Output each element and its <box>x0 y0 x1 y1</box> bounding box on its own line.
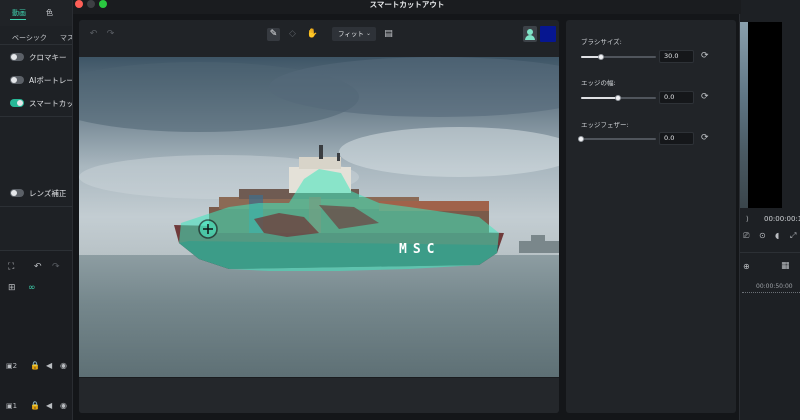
edge-width-slider[interactable] <box>581 95 656 101</box>
zoom-slider-icon[interactable]: ▦ <box>781 261 790 271</box>
hand-icon[interactable]: ✋ <box>306 28 319 41</box>
reset-icon[interactable]: ⟳ <box>701 92 709 102</box>
eraser-icon[interactable]: ◇ <box>286 28 299 41</box>
timeline-panel: ⛶ ↶ ↷ ⊞ ∞ ▣2 🔒 ◀ ◉ ▣1 🔒 ◀ ◉ <box>0 250 72 420</box>
monitor-icon[interactable]: ⎚ <box>743 231 749 241</box>
eye-icon[interactable]: ◉ <box>60 361 67 371</box>
eye-icon[interactable]: ◉ <box>60 401 67 411</box>
lock-icon[interactable]: 🔒 <box>30 361 40 371</box>
zoom-fit-label: フィット <box>338 30 364 38</box>
feature-label: AIポートレート <box>29 76 72 85</box>
divider <box>0 206 72 207</box>
tab-underline <box>10 19 26 20</box>
speaker-icon[interactable]: ◀ <box>46 361 52 371</box>
tab-color[interactable]: 色 <box>46 8 53 18</box>
slider-fill <box>581 97 618 99</box>
hull-lettering: MSC <box>399 242 440 257</box>
feature-label: レンズ補正 <box>29 189 67 198</box>
settings-panel: ブラシサイズ: 30.0 ⟳ エッジの幅: 0.0 ⟳ エッジフェザー: 0.0… <box>566 20 736 413</box>
canvas-footer <box>79 377 559 413</box>
track-1-label: ▣1 <box>6 402 18 410</box>
divider <box>740 252 800 253</box>
speaker-icon[interactable]: ◀ <box>46 401 52 411</box>
add-marker-icon[interactable]: ⊕ <box>743 262 750 272</box>
feature-smart-cutout: スマートカットアウト <box>0 92 72 116</box>
sub-tab-basic[interactable]: ベーシック <box>12 33 47 43</box>
add-track-icon[interactable]: ⊞ <box>8 283 16 293</box>
preview-player <box>748 22 782 208</box>
brush-icon[interactable]: ✎ <box>267 28 280 41</box>
edge-width-input[interactable]: 0.0 <box>659 91 694 104</box>
zoom-fit-dropdown[interactable]: フィット ⌄ <box>332 27 376 41</box>
undo-icon[interactable]: ↶ <box>87 28 100 41</box>
bracket-icon[interactable]: ⟩ <box>746 214 749 224</box>
edge-feather-label: エッジフェザー: <box>581 121 629 129</box>
property-tabs: 動画 色 <box>0 0 72 26</box>
slider-thumb[interactable] <box>598 54 605 60</box>
crop-icon[interactable]: ⛶ <box>8 262 14 272</box>
smart-cutout-toggle[interactable] <box>10 99 24 107</box>
ruler-timecode: 00:00:50:00 <box>756 283 793 290</box>
player-timecode: 00:00:00:1 <box>764 215 800 223</box>
redo-icon[interactable]: ↷ <box>104 28 117 41</box>
reset-icon[interactable]: ⟳ <box>701 133 709 143</box>
feature-chroma-key: クロマキー <box>0 46 72 70</box>
editor-left-panel: 動画 色 ベーシック マス クロマキー AIポートレート スマートカットアウト … <box>0 0 74 420</box>
camera-icon[interactable]: ⊙ <box>759 231 766 241</box>
track-2-label: ▣2 <box>6 362 18 370</box>
feature-label: クロマキー <box>29 53 67 62</box>
feature-ai-portrait: AIポートレート <box>0 69 72 93</box>
brush-size-input[interactable]: 30.0 <box>659 50 694 63</box>
ship-photo: MSC <box>79 57 559 377</box>
smart-cutout-dialog: スマートカットアウト ↶ ↷ ✎ ◇ ✋ フィット ⌄ ▤ MSC ブラシサイズ… <box>72 0 741 420</box>
chroma-key-toggle[interactable] <box>10 53 24 61</box>
compare-icon[interactable]: ▤ <box>382 28 395 41</box>
lock-icon[interactable]: 🔒 <box>30 401 40 411</box>
editor-right-panel: ⟩ 00:00:00:1 ⎚ ⊙ ◖ ⤢ ⊕ ▦ 00:00:50:00 <box>740 0 800 420</box>
brush-size-label: ブラシサイズ: <box>581 38 622 46</box>
brush-size-slider[interactable] <box>581 54 656 60</box>
window-title: スマートカットアウト <box>369 0 445 9</box>
title-bar: スマートカットアウト <box>73 0 741 14</box>
person-preview-button[interactable] <box>523 26 537 42</box>
slider-thumb[interactable] <box>614 95 621 101</box>
canvas-panel: ↶ ↷ ✎ ◇ ✋ フィット ⌄ ▤ MSC <box>79 20 559 413</box>
edge-feather-input[interactable]: 0.0 <box>659 132 694 145</box>
link-icon[interactable]: ∞ <box>28 283 36 293</box>
brush-cursor <box>199 220 217 238</box>
timeline-ruler <box>742 292 800 298</box>
redo-icon[interactable]: ↷ <box>52 262 60 272</box>
slider-thumb[interactable] <box>578 136 584 142</box>
edge-width-label: エッジの幅: <box>581 79 616 87</box>
mask-color-swatch[interactable] <box>540 26 556 42</box>
chevron-down-icon: ⌄ <box>365 30 371 37</box>
reset-icon[interactable]: ⟳ <box>701 51 709 61</box>
lens-correction-toggle[interactable] <box>10 189 24 197</box>
canvas-toolbar: ↶ ↷ ✎ ◇ ✋ フィット ⌄ ▤ <box>79 20 559 54</box>
feature-label: スマートカットアウト <box>29 99 72 108</box>
volume-icon[interactable]: ◖ <box>775 231 779 241</box>
edge-feather-slider[interactable] <box>578 136 656 142</box>
feature-lens-correction: レンズ補正 <box>0 182 72 206</box>
fullscreen-icon[interactable]: ⤢ <box>790 231 796 241</box>
divider <box>0 44 72 45</box>
undo-icon[interactable]: ↶ <box>34 262 42 272</box>
divider <box>0 116 72 117</box>
tab-video[interactable]: 動画 <box>12 8 26 18</box>
ai-portrait-toggle[interactable] <box>10 76 24 84</box>
preview-thumbnail <box>740 22 748 208</box>
cutout-canvas-image[interactable]: MSC <box>79 57 559 377</box>
